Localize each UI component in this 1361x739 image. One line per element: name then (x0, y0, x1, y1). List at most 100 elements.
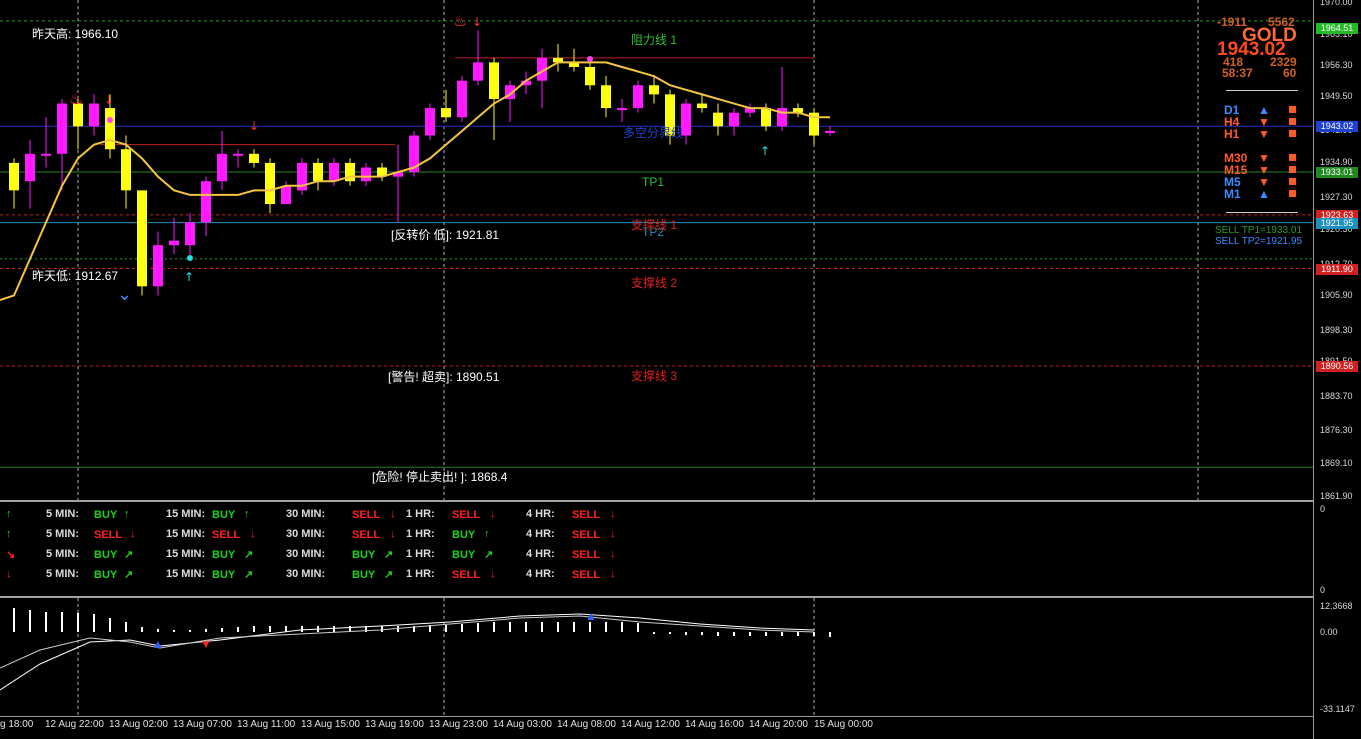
price-chart-canvas[interactable]: ↓ ↓ ↓ ↑ ↑ ♨ ♨ ⌄ (0, 0, 1313, 500)
status-square-icon (1289, 154, 1296, 161)
signal-timeframe-label: 30 MIN: (286, 508, 326, 520)
signal-arrow-icon: ↓ (390, 528, 396, 540)
candle-body (329, 162, 339, 182)
histogram-bar (157, 629, 159, 632)
candle-body (441, 108, 451, 118)
price-tick: 1883.70 (1320, 391, 1353, 402)
histogram-bar (621, 622, 623, 632)
signal-timeframe-label: 30 MIN: (286, 568, 326, 580)
histogram-bar (717, 632, 719, 636)
candle-body (105, 108, 115, 150)
candle-body (9, 162, 19, 191)
resist1-label: 阻力线 1 (631, 33, 678, 47)
time-tick: 14 Aug 08:00 (557, 719, 616, 730)
candle-body (457, 80, 467, 118)
signal-timeframe-label: 30 MIN: (286, 528, 326, 540)
signal-arrow-icon: ↗ (124, 569, 134, 581)
time-tick: 12 Aug 22:00 (45, 719, 104, 730)
signal-arrow-icon: ↓ (130, 528, 136, 540)
trend-divider-label: 多空分界线 (623, 126, 684, 140)
signal-value: SELL (452, 509, 481, 521)
histogram-bar (269, 626, 271, 632)
candle-countdown: 58:37 (1222, 66, 1253, 80)
buy-arrow-icon: ↑ (184, 270, 194, 284)
signal-value: BUY (452, 529, 476, 541)
support2-label: 支撑线 2 (631, 276, 678, 290)
signal-value: BUY (94, 549, 118, 561)
candle-body (121, 149, 131, 191)
signal-value: BUY (212, 569, 236, 581)
support3-label: 支撑线 3 (631, 369, 678, 383)
row-arrow-icon: ↘ (6, 549, 16, 561)
signal-value: BUY (352, 569, 376, 581)
signals-axis-bottom: 0 (1320, 585, 1326, 595)
stat-e: 60 (1283, 66, 1297, 80)
signal-arrow-icon: ↗ (124, 549, 134, 561)
histogram-bar (173, 630, 175, 632)
main-line (0, 615, 815, 669)
signal-arrow-icon: ↗ (384, 549, 394, 561)
signal-arrow-icon: ↓ (610, 528, 616, 540)
row-arrow-icon: ↑ (6, 528, 12, 540)
candle-body (265, 162, 275, 205)
price-tick: 1927.30 (1320, 192, 1353, 203)
signal-timeframe-label: 15 MIN: (166, 568, 206, 580)
time-tick: 13 Aug 07:00 (173, 719, 232, 730)
signal-timeframe-label: 15 MIN: (166, 508, 206, 520)
signal-dot-icon (187, 255, 193, 261)
candle-body (25, 153, 35, 182)
histogram-bar (829, 632, 831, 637)
status-square-icon (1289, 118, 1296, 125)
level-price-box: 1943.02 (1316, 121, 1358, 133)
signal-timeframe-label: 4 HR: (526, 548, 555, 560)
price-tick: 1970.00 (1320, 0, 1353, 7)
sell-arrow-icon: ↓ (472, 15, 482, 29)
histogram-bar (461, 624, 463, 632)
row-arrow-icon: ↑ (6, 508, 12, 520)
status-square-icon (1289, 106, 1296, 113)
level-price-box: 1964.51 (1316, 23, 1358, 35)
time-tick: 13 Aug 19:00 (365, 719, 424, 730)
main-chart[interactable]: ↓ ↓ ↓ ↑ ↑ ♨ ♨ ⌄ (0, 0, 1313, 500)
danger-stop-label: [危险! 停止卖出! ]: 1868.4 (372, 470, 508, 484)
fractal-low-icon: ⌄ (117, 284, 132, 305)
oscillator-chart[interactable]: ▲ ▼ ▲ (0, 598, 1313, 716)
signal-value: BUY (212, 549, 236, 561)
histogram-bar (701, 632, 703, 635)
candle-body (169, 240, 179, 246)
signal-timeframe-label: 5 MIN: (46, 548, 79, 560)
signal-arrow-icon: ↓ (490, 568, 496, 580)
histogram-bar (381, 626, 383, 632)
price-tick: 1898.30 (1320, 324, 1353, 335)
status-square-icon (1289, 178, 1296, 185)
candle-body (761, 108, 771, 127)
histogram-bar (685, 632, 687, 635)
candle-body (713, 112, 723, 127)
fractal-high-icon: ♨ (453, 11, 467, 30)
signal-value: SELL (572, 569, 601, 581)
candle-body (57, 103, 67, 154)
candle-body (617, 108, 627, 111)
signal-timeframe-label: 1 HR: (406, 508, 435, 520)
histogram-bar (29, 610, 31, 632)
timeframe-label: M1 (1224, 187, 1241, 201)
signal-arrow-icon: ↗ (484, 549, 494, 561)
level-price-box: 1890.56 (1316, 361, 1358, 373)
histogram-bar (669, 632, 671, 634)
signal-arrow-icon: ↗ (384, 569, 394, 581)
price-tick: 1869.10 (1320, 458, 1353, 469)
signal-value: SELL (572, 549, 601, 561)
signal-timeframe-label: 4 HR: (526, 568, 555, 580)
histogram-bar (141, 627, 143, 632)
time-tick: g 18:00 (0, 719, 34, 730)
osc-axis-min: -33.1147 (1320, 704, 1355, 714)
histogram-bar (637, 623, 639, 632)
histogram-bar (733, 632, 735, 636)
level-price-box: 1933.01 (1316, 167, 1358, 179)
candle-body (137, 190, 147, 287)
histogram-bar (493, 622, 495, 632)
cross-down-icon: ▼ (200, 637, 212, 651)
histogram-bar (525, 622, 527, 632)
signal-value: SELL (212, 529, 241, 541)
candle-body (41, 153, 51, 156)
